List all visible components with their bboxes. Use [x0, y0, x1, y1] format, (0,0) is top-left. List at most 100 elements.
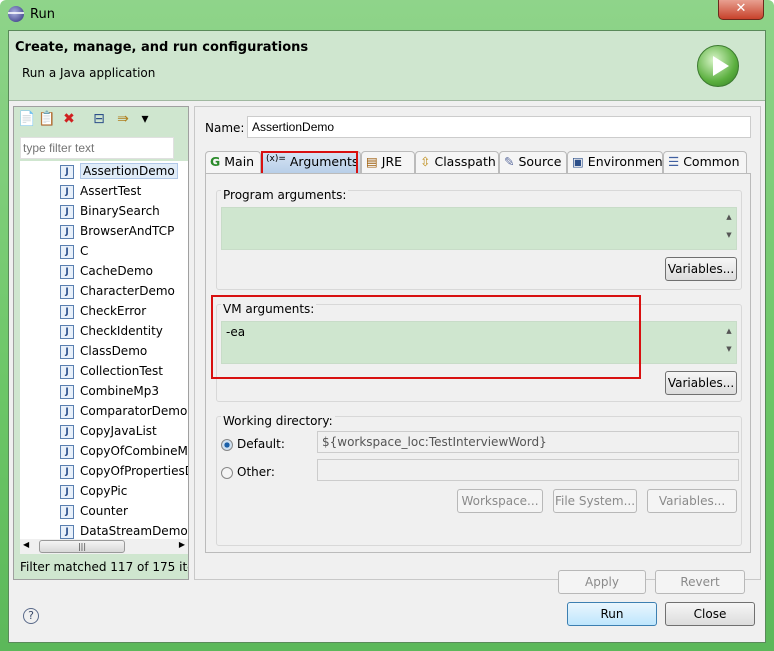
tab-label: Common [683, 154, 740, 169]
list-item[interactable]: J DataStreamDemo [60, 521, 188, 539]
tab-jre[interactable]: ▤ JRE [361, 151, 415, 173]
tab-label: Source [518, 154, 562, 169]
main-tab-icon: G [210, 154, 221, 169]
tab-environment[interactable]: ▣ Environment [567, 151, 668, 173]
tab-label: Main [224, 154, 255, 169]
list-item[interactable]: J CopyOfPropertiesDemo [60, 461, 188, 481]
run-button[interactable]: Run [567, 602, 657, 626]
tab-classpath[interactable]: ⇳ Classpath [415, 151, 499, 173]
workspace-button[interactable]: Workspace... [457, 489, 543, 513]
list-item[interactable]: J AssertionDemo [60, 161, 178, 181]
java-application-icon: J [60, 244, 74, 259]
window-close-button[interactable]: ✕ [718, 0, 764, 20]
default-radio[interactable]: Default: [221, 437, 285, 451]
list-item-label: CopyPic [80, 484, 128, 498]
list-item[interactable]: J CheckIdentity [60, 321, 163, 341]
header-title: Create, manage, and run configurations [15, 40, 309, 55]
eclipse-logo-icon [8, 6, 24, 22]
java-application-icon: J [60, 524, 74, 539]
default-label: Default: [237, 437, 285, 451]
list-item[interactable]: J ComparatorDemo [60, 401, 187, 421]
java-application-icon: J [60, 264, 74, 279]
dialog-header: Create, manage, and run configurations R… [9, 31, 765, 101]
revert-button[interactable]: Revert [655, 570, 745, 594]
list-item[interactable]: J CollectionTest [60, 361, 163, 381]
scroll-thumb[interactable]: ||| [39, 540, 125, 553]
program-variables-button[interactable]: Variables... [665, 257, 737, 281]
list-item-label: ClassDemo [80, 344, 148, 358]
java-application-icon: J [60, 204, 74, 219]
java-application-icon: J [60, 484, 74, 499]
tab-main[interactable]: G Main [205, 151, 261, 173]
source-tab-icon: ✎ [504, 154, 515, 169]
tab-source[interactable]: ✎ Source [499, 151, 567, 173]
list-item[interactable]: J CheckError [60, 301, 146, 321]
list-item[interactable]: J CombineMp3 [60, 381, 159, 401]
java-application-icon: J [60, 464, 74, 479]
tab-common[interactable]: ☰ Common [663, 151, 747, 173]
scroll-left-icon[interactable]: ◀ [23, 540, 29, 549]
run-icon [697, 45, 739, 87]
program-arguments-textarea[interactable]: ▲ ▼ [221, 207, 737, 250]
list-item-label: CacheDemo [80, 264, 153, 278]
java-application-icon: J [60, 444, 74, 459]
radio-selected-icon [221, 438, 233, 451]
java-application-icon: J [60, 424, 74, 439]
working-directory-label: Working directory: [221, 414, 335, 428]
list-item-label: CopyOfCombineMp3 [80, 444, 188, 458]
list-item[interactable]: J Counter [60, 501, 128, 521]
filter-icon[interactable]: ⇛ [114, 110, 132, 128]
list-item[interactable]: J CopyPic [60, 481, 127, 501]
vm-variables-button[interactable]: Variables... [665, 371, 737, 395]
list-item-label: ComparatorDemo [80, 404, 188, 418]
jre-tab-icon: ▤ [366, 154, 378, 169]
new-configuration-icon[interactable]: 📄 [18, 110, 36, 128]
program-arguments-label: Program arguments: [221, 188, 349, 202]
configuration-list: J AssertionDemo J AssertTest J BinarySearch J B… [20, 161, 188, 539]
list-item[interactable]: J BrowserAndTCP [60, 221, 174, 241]
list-item-label: CombineMp3 [80, 384, 159, 398]
configurations-panel: 📄 📋 ✖ ⊟ ⇛ ▾ J AssertionDemo J AssertTest J Bi… [13, 106, 189, 580]
view-menu-icon[interactable]: ▾ [136, 110, 154, 128]
other-directory-field [317, 459, 739, 481]
window-title: Run [30, 7, 55, 22]
list-item[interactable]: J CharacterDemo [60, 281, 175, 301]
apply-button[interactable]: Apply [558, 570, 646, 594]
delete-icon[interactable]: ✖ [60, 110, 78, 128]
filter-status: Filter matched 117 of 175 items [20, 560, 188, 574]
filter-input[interactable] [20, 137, 174, 159]
java-application-icon: J [60, 164, 74, 179]
list-item-label: AssertionDemo [80, 163, 178, 179]
name-input[interactable] [247, 116, 751, 138]
close-button[interactable]: Close [665, 602, 755, 626]
help-icon[interactable]: ? [23, 608, 39, 624]
tab-label: JRE [381, 154, 403, 169]
collapse-all-icon[interactable]: ⊟ [90, 110, 108, 128]
working-dir-variables-button[interactable]: Variables... [647, 489, 737, 513]
list-item[interactable]: JC [60, 241, 88, 261]
list-item[interactable]: J BinarySearch [60, 201, 160, 221]
java-application-icon: J [60, 344, 74, 359]
arguments-tab-content: Program arguments: ▲ ▼ Variables... VM ar… [205, 173, 751, 553]
vertical-scrollbar[interactable]: ▲ ▼ [722, 208, 736, 249]
scroll-right-icon[interactable]: ▶ [179, 540, 185, 549]
highlight-box-vm-arguments [211, 295, 641, 379]
duplicate-icon[interactable]: 📋 [38, 110, 56, 128]
java-application-icon: J [60, 324, 74, 339]
list-item[interactable]: J AssertTest [60, 181, 141, 201]
other-radio[interactable]: Other: [221, 465, 275, 479]
list-item-label: Counter [80, 504, 128, 518]
list-item[interactable]: J CacheDemo [60, 261, 153, 281]
list-item-label: BinarySearch [80, 204, 160, 218]
file-system-button[interactable]: File System... [553, 489, 637, 513]
list-item[interactable]: J CopyOfCombineMp3 [60, 441, 188, 461]
list-item-label: C [80, 244, 89, 258]
java-application-icon: J [60, 504, 74, 519]
list-item[interactable]: J ClassDemo [60, 341, 147, 361]
horizontal-scrollbar[interactable]: ◀ ||| ▶ [20, 539, 188, 554]
header-subtitle: Run a Java application [22, 66, 156, 80]
list-item[interactable]: J CopyJavaList [60, 421, 157, 441]
default-directory-field: ${workspace_loc:TestInterviewWord} [317, 431, 739, 453]
list-item-label: CopyJavaList [80, 424, 157, 438]
vertical-scrollbar[interactable]: ▲ ▼ [722, 322, 736, 363]
